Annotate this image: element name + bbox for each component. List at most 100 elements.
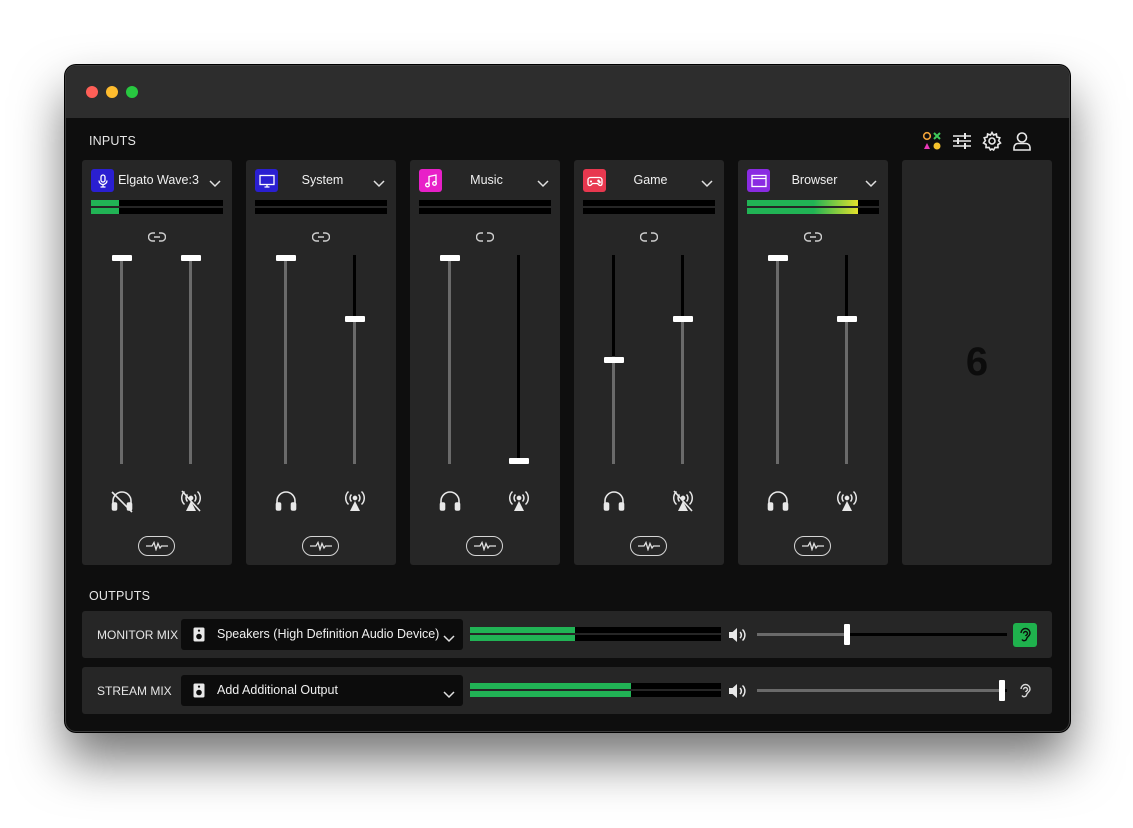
chevron-down-icon[interactable] bbox=[209, 175, 221, 188]
headphones-icon[interactable] bbox=[765, 488, 791, 514]
volume-slider-handle[interactable] bbox=[844, 624, 850, 645]
broadcast-icon[interactable] bbox=[342, 488, 368, 514]
output-mix-row: STREAM MIX Add Additional Output bbox=[82, 667, 1052, 714]
empty-input-slot[interactable]: 6 bbox=[902, 160, 1052, 565]
meter-fill bbox=[470, 683, 631, 689]
microphone-icon bbox=[91, 169, 114, 192]
link-icon[interactable] bbox=[311, 230, 331, 242]
broadcast-icon[interactable] bbox=[834, 488, 860, 514]
meter-fill bbox=[91, 200, 119, 206]
monitor-fader-track[interactable] bbox=[448, 255, 451, 464]
channel-selector[interactable]: Browser bbox=[747, 169, 879, 193]
meter-fill bbox=[747, 208, 858, 214]
effects-button[interactable] bbox=[302, 536, 339, 556]
level-meter-left bbox=[91, 200, 223, 206]
monitor-fader-track[interactable] bbox=[120, 255, 123, 464]
monitor-mix-label: MONITOR MIX bbox=[97, 628, 179, 642]
monitor-fader-handle[interactable] bbox=[111, 255, 132, 261]
stream-fader-handle[interactable] bbox=[180, 255, 201, 261]
meter-bar bbox=[470, 627, 721, 633]
level-meter-right bbox=[91, 208, 223, 214]
output-device-dropdown[interactable]: Add Additional Output bbox=[181, 675, 463, 706]
monitor-fader-track[interactable] bbox=[776, 255, 779, 464]
stream-fader-handle[interactable] bbox=[836, 315, 857, 322]
broadcast-muted-icon[interactable] bbox=[178, 488, 204, 514]
monitor-fader-handle[interactable] bbox=[275, 255, 296, 261]
link-icon[interactable] bbox=[803, 230, 823, 242]
volume-icon[interactable] bbox=[728, 682, 748, 700]
channel-name: System bbox=[301, 173, 344, 187]
channel-selector[interactable]: Game bbox=[583, 169, 715, 193]
minimize-window-button[interactable] bbox=[106, 86, 118, 98]
stream-fader-handle[interactable] bbox=[672, 315, 693, 322]
channel-name: Elgato Wave:3 bbox=[118, 173, 199, 187]
close-window-button[interactable] bbox=[86, 86, 98, 98]
headphones-icon[interactable] bbox=[601, 488, 627, 514]
stream-fader-handle[interactable] bbox=[344, 315, 365, 322]
waveform-icon bbox=[801, 541, 824, 551]
chevron-down-icon bbox=[443, 686, 455, 699]
chevron-down-icon[interactable] bbox=[537, 175, 549, 188]
unlink-icon[interactable] bbox=[639, 230, 659, 242]
top-toolbar bbox=[921, 130, 1033, 152]
link-icon[interactable] bbox=[147, 230, 167, 242]
stream-fader-handle[interactable] bbox=[508, 458, 529, 464]
volume-slider-track[interactable] bbox=[757, 689, 1007, 692]
volume-slider-track[interactable] bbox=[757, 633, 1007, 636]
effects-button[interactable] bbox=[138, 536, 175, 556]
stream-fader-track[interactable] bbox=[189, 255, 192, 464]
level-meter-right bbox=[747, 208, 879, 214]
channel-selector[interactable]: System bbox=[255, 169, 387, 193]
unlink-icon[interactable] bbox=[475, 230, 495, 242]
volume-slider-handle[interactable] bbox=[999, 680, 1005, 701]
monitor-fader-handle[interactable] bbox=[603, 356, 624, 363]
waveform-icon bbox=[637, 541, 660, 551]
meter-fill bbox=[470, 627, 576, 633]
output-level-meter bbox=[470, 683, 721, 697]
ear-icon[interactable] bbox=[1013, 623, 1037, 647]
level-meter-left bbox=[747, 200, 879, 206]
broadcast-icon[interactable] bbox=[506, 488, 532, 514]
broadcast-muted-icon[interactable] bbox=[670, 488, 696, 514]
output-device-dropdown[interactable]: Speakers (High Definition Audio Device) bbox=[181, 619, 463, 650]
stream-fader-track[interactable] bbox=[845, 255, 848, 464]
stream-fader-track[interactable] bbox=[517, 255, 520, 464]
level-meter-left bbox=[419, 200, 551, 206]
volume-icon[interactable] bbox=[728, 626, 748, 644]
meter-fill bbox=[470, 691, 631, 697]
mixer-settings-icon[interactable] bbox=[951, 130, 973, 152]
user-icon[interactable] bbox=[1011, 130, 1033, 152]
stream-fader-track[interactable] bbox=[681, 255, 684, 464]
meter-fill bbox=[91, 208, 119, 214]
chevron-down-icon[interactable] bbox=[373, 175, 385, 188]
speaker-icon bbox=[193, 683, 205, 698]
music-note-icon bbox=[419, 169, 442, 192]
slot-number: 6 bbox=[965, 340, 989, 384]
zoom-window-button[interactable] bbox=[126, 86, 138, 98]
inputs-section-label: INPUTS bbox=[89, 134, 137, 148]
headphones-icon[interactable] bbox=[273, 488, 299, 514]
ear-icon[interactable] bbox=[1013, 679, 1037, 703]
headphones-icon[interactable] bbox=[437, 488, 463, 514]
output-mix-row: MONITOR MIX Speakers (High Definition Aud… bbox=[82, 611, 1052, 658]
outputs-section-label: OUTPUTS bbox=[89, 589, 151, 603]
effects-button[interactable] bbox=[794, 536, 831, 556]
monitor-fader-handle[interactable] bbox=[439, 255, 460, 261]
apps-icon[interactable] bbox=[921, 130, 943, 152]
effects-button[interactable] bbox=[630, 536, 667, 556]
channel-selector[interactable]: Music bbox=[419, 169, 551, 193]
stream-fader-track[interactable] bbox=[353, 255, 356, 464]
input-channel-strip: Game bbox=[574, 160, 724, 565]
monitor-fader-track[interactable] bbox=[284, 255, 287, 464]
meter-bar bbox=[470, 691, 721, 697]
chevron-down-icon[interactable] bbox=[865, 175, 877, 188]
level-meter-right bbox=[583, 208, 715, 214]
chevron-down-icon[interactable] bbox=[701, 175, 713, 188]
headphones-muted-icon[interactable] bbox=[109, 488, 135, 514]
effects-button[interactable] bbox=[466, 536, 503, 556]
monitor-fader-handle[interactable] bbox=[767, 255, 788, 261]
meter-bar bbox=[470, 683, 721, 689]
gear-icon[interactable] bbox=[981, 130, 1003, 152]
channel-selector[interactable]: Elgato Wave:3 bbox=[91, 169, 223, 193]
browser-window-icon bbox=[747, 169, 770, 192]
